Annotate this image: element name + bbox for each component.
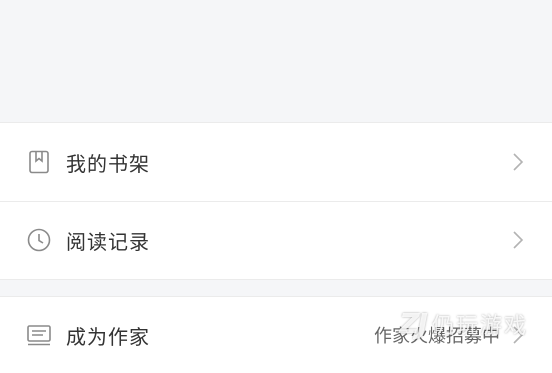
menu-group-primary: 我的书架 阅读记录 (0, 123, 552, 279)
chevron-right-icon (510, 324, 526, 346)
clock-icon (26, 227, 52, 253)
menu-item-label: 成为作家 (66, 324, 150, 349)
menu-item-reading-history[interactable]: 阅读记录 (0, 201, 552, 279)
menu-item-label: 我的书架 (66, 151, 150, 176)
menu-item-label: 阅读记录 (66, 229, 150, 254)
chevron-right-icon (510, 229, 526, 251)
menu-item-my-bookshelf[interactable]: 我的书架 (0, 123, 552, 201)
recruit-hint-text: 作家火爆招募中 (374, 326, 500, 347)
chevron-right-icon (510, 151, 526, 173)
header-spacer (0, 0, 552, 123)
section-divider (0, 279, 552, 297)
document-lines-icon (26, 322, 52, 348)
bookmark-icon (26, 149, 52, 175)
menu-item-become-writer[interactable]: 成为作家 作家火爆招募中 (0, 297, 552, 373)
menu-group-secondary: 成为作家 作家火爆招募中 (0, 297, 552, 373)
